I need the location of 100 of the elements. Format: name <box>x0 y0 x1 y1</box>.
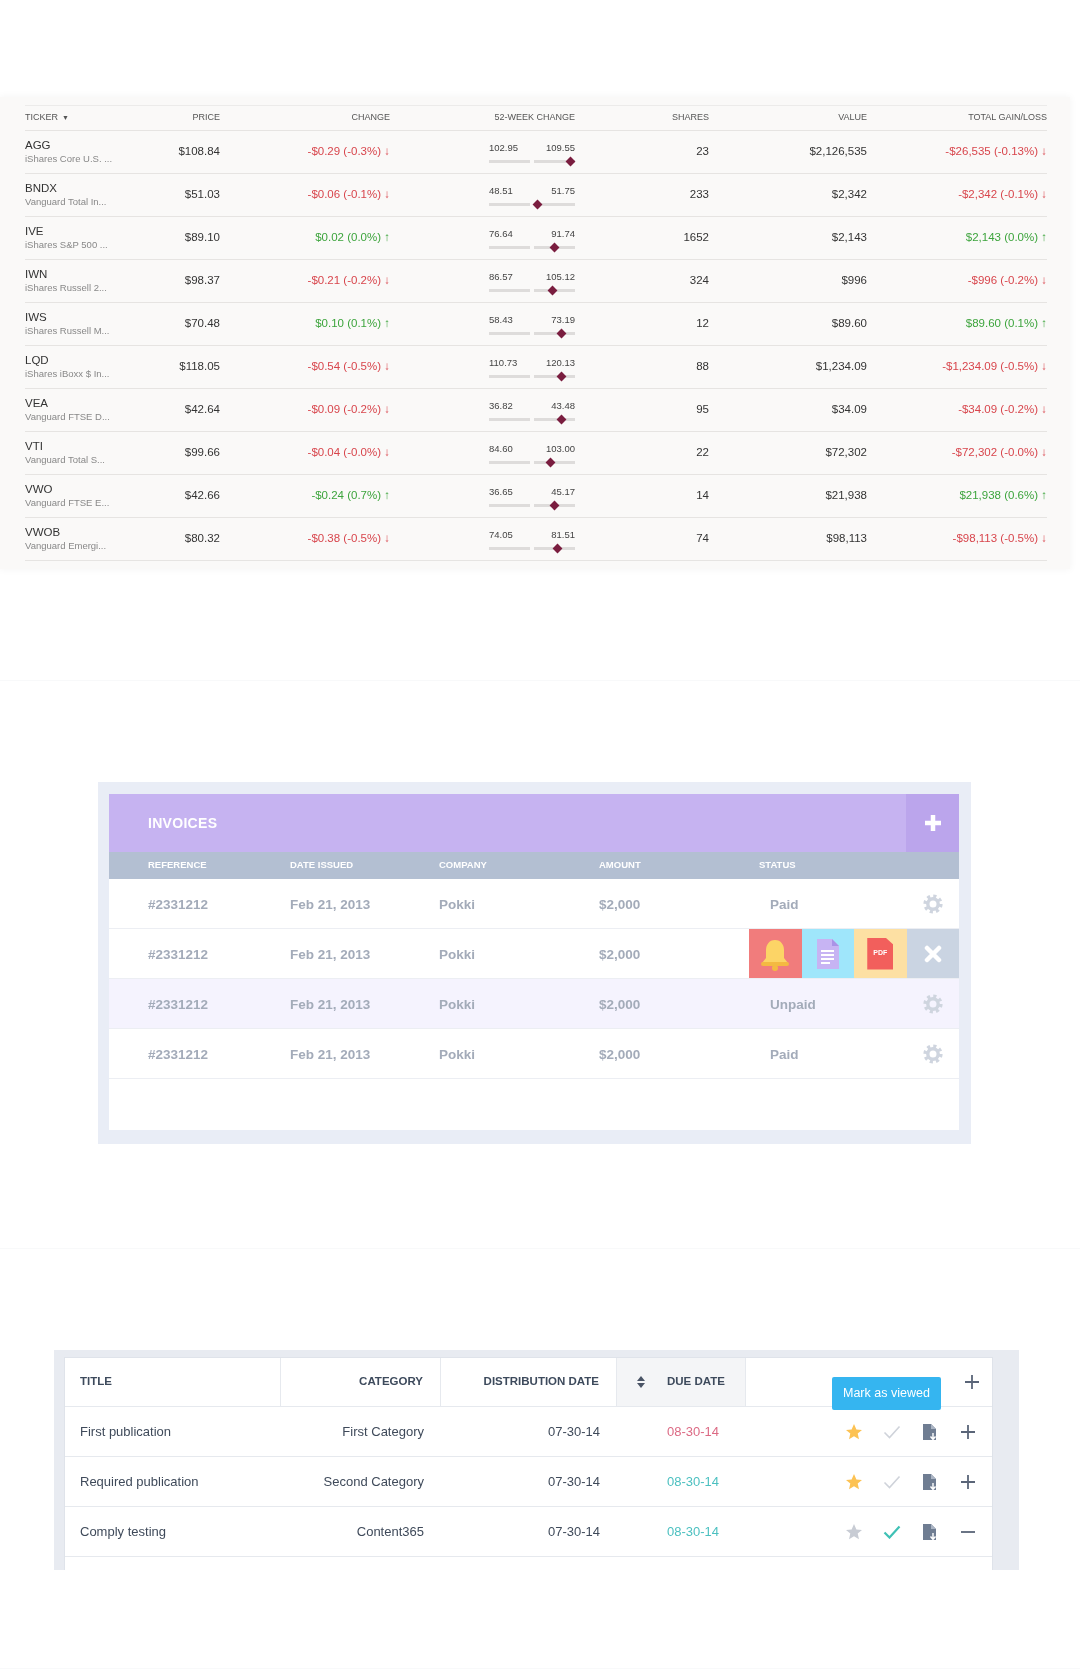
range-low: 36.82 <box>489 398 513 413</box>
sort-icon[interactable] <box>637 1376 645 1388</box>
due-date-cell-text: 08-30-14 <box>667 1472 720 1491</box>
tooltip: Mark as viewed <box>832 1377 941 1410</box>
range-low: 74.05 <box>489 527 513 542</box>
column-header: DATE ISSUED <box>290 859 354 871</box>
collapse-icon[interactable] <box>961 1530 975 1533</box>
value-cell-text: $2,126,535 <box>809 144 867 160</box>
range-high: 105.12 <box>545 269 575 284</box>
fund-name: Vanguard FTSE D... <box>25 410 110 424</box>
column-header: SHARES <box>672 111 709 125</box>
change-cell-text: -$0.54 (-0.5%) ↓ <box>307 359 390 375</box>
reference-cell-text: #2331212 <box>147 996 209 1012</box>
invoices-title: INVOICES <box>147 813 218 833</box>
gear-icon[interactable] <box>923 993 943 1014</box>
shares-cell-text: 23 <box>696 144 709 160</box>
check-icon[interactable] <box>883 1425 901 1439</box>
file-download-icon[interactable] <box>923 1423 937 1441</box>
company-cell: Pokki <box>439 996 476 1012</box>
close-button[interactable] <box>906 929 959 978</box>
range-low: 48.51 <box>489 183 513 198</box>
change-cell-text: -$0.04 (-0.0%) ↓ <box>307 445 390 461</box>
file-download-icon[interactable] <box>923 1473 937 1491</box>
column-header: REFERENCE <box>148 859 207 871</box>
gain-loss-cell-text: $21,938 (0.6%) ↑ <box>959 488 1047 504</box>
value-cell-text: $89.60 <box>831 316 867 332</box>
gain-loss-cell-text: -$34.09 (-0.2%) ↓ <box>958 402 1047 418</box>
ticker-symbol: AGG <box>25 138 52 153</box>
fund-name: iShares S&P 500 ... <box>25 238 108 252</box>
range-low: 86.57 <box>489 269 513 284</box>
reference-cell-text: #2331212 <box>147 896 209 912</box>
fund-name: iShares Core U.S. ... <box>25 152 113 166</box>
due-date-cell-text: 08-30-14 <box>667 1422 720 1441</box>
notify-button[interactable] <box>749 929 802 978</box>
shares-cell-text: 1652 <box>683 230 709 246</box>
column-header: 52-WEEK CHANGE <box>494 111 575 125</box>
price-cell-text: $118.05 <box>179 359 220 375</box>
shares-cell-text: 88 <box>696 359 709 375</box>
status-cell: Paid <box>770 1046 799 1062</box>
star-icon[interactable] <box>846 1523 862 1539</box>
fund-name: iShares Russell 2... <box>25 281 107 295</box>
amount-cell: $2,000 <box>599 896 641 912</box>
fund-name: Vanguard FTSE E... <box>25 496 110 510</box>
gain-loss-cell-text: -$72,302 (-0.0%) ↓ <box>951 445 1047 461</box>
price-cell-text: $108.84 <box>178 144 220 160</box>
ticker-symbol: VTI <box>25 439 44 454</box>
gear-icon[interactable] <box>923 893 943 914</box>
range-high: 120.13 <box>545 355 575 370</box>
reference-cell-text: #2331212 <box>147 1046 209 1062</box>
distribution-date-cell-text: 07-30-14 <box>547 1522 600 1541</box>
price-cell-text: $80.32 <box>184 531 220 547</box>
gain-loss-cell-text: -$26,535 (-0.13%) ↓ <box>945 144 1047 160</box>
column-header: AMOUNT <box>599 859 641 871</box>
category-cell-text: Content365 <box>356 1522 424 1541</box>
bell-icon <box>761 939 790 971</box>
star-icon[interactable] <box>846 1423 862 1439</box>
add-button[interactable] <box>906 794 959 852</box>
price-cell-text: $51.03 <box>184 187 220 203</box>
plus-icon <box>923 814 942 832</box>
ticker-symbol: IWS <box>25 310 48 325</box>
range-high: 109.55 <box>545 140 575 155</box>
range-high: 43.48 <box>551 398 575 413</box>
column-header: COMPANY <box>439 859 487 871</box>
check-icon[interactable] <box>883 1525 901 1539</box>
column-header[interactable]: TITLE <box>80 1373 112 1391</box>
expand-icon[interactable] <box>960 1423 976 1440</box>
date-cell: Feb 21, 2013 <box>290 896 371 912</box>
range-high: 73.19 <box>551 312 575 327</box>
column-header[interactable]: DISTRIBUTION DATE <box>483 1373 599 1391</box>
date-cell: Feb 21, 2013 <box>290 946 371 962</box>
price-cell-text: $42.64 <box>184 402 220 418</box>
value-cell-text: $34.09 <box>831 402 867 418</box>
document-button[interactable] <box>801 929 854 978</box>
price-cell-text: $99.66 <box>184 445 220 461</box>
range-high: 91.74 <box>551 226 575 241</box>
expand-icon[interactable] <box>960 1473 976 1490</box>
column-header[interactable]: TICKER <box>25 111 58 125</box>
date-cell: Feb 21, 2013 <box>290 996 371 1012</box>
distribution-date-cell-text: 07-30-14 <box>547 1472 600 1491</box>
star-icon[interactable] <box>846 1473 862 1489</box>
change-cell-text: -$0.38 (-0.5%) ↓ <box>307 531 390 547</box>
change-cell-text: -$0.09 (-0.2%) ↓ <box>307 402 390 418</box>
ticker-symbol: VWO <box>25 482 54 497</box>
status-cell: Paid <box>770 896 799 912</box>
value-cell-text: $21,938 <box>825 488 867 504</box>
date-cell: Feb 21, 2013 <box>290 1046 371 1062</box>
shares-cell-text: 12 <box>696 316 709 332</box>
file-download-icon[interactable] <box>923 1523 937 1541</box>
add-icon[interactable] <box>964 1374 980 1390</box>
range-low: 110.73 <box>489 355 518 370</box>
gain-loss-cell-text: $89.60 (0.1%) ↑ <box>965 316 1047 332</box>
range-low: 36.65 <box>489 484 513 499</box>
check-icon[interactable] <box>883 1475 901 1489</box>
distribution-date-cell-text: 07-30-14 <box>547 1422 600 1441</box>
range-high: 81.51 <box>551 527 575 542</box>
company-cell: Pokki <box>439 946 476 962</box>
shares-cell-text: 14 <box>696 488 709 504</box>
column-header[interactable]: CATEGORY <box>359 1373 423 1391</box>
gear-icon[interactable] <box>923 1043 943 1064</box>
price-cell-text: $42.66 <box>184 488 220 504</box>
